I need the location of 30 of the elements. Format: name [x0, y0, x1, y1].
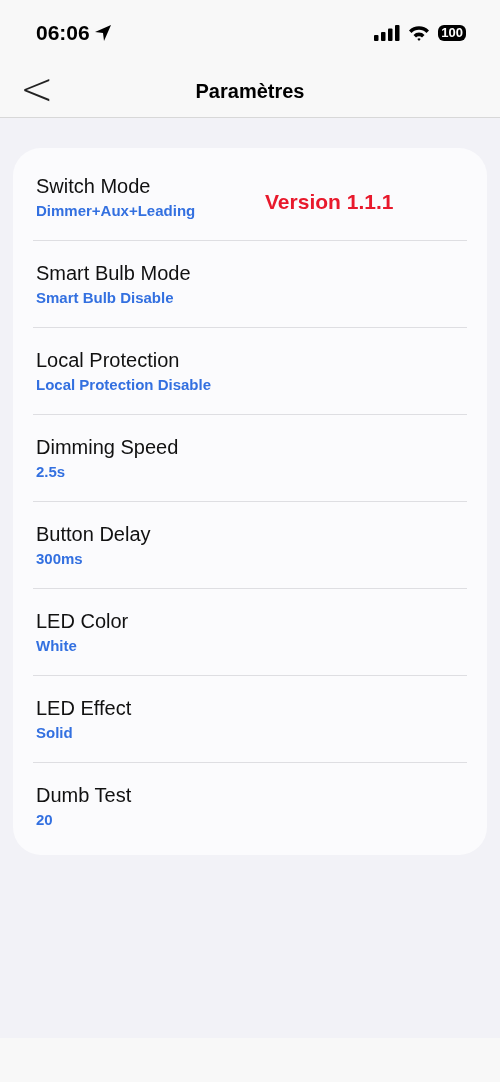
signal-icon [374, 24, 401, 41]
page-title: Paramètres [195, 79, 305, 103]
settings-row[interactable]: Local Protection Local Protection Disable [33, 328, 467, 415]
settings-row[interactable]: Dimming Speed 2.5s [33, 415, 467, 502]
settings-row[interactable]: Button Delay 300ms [33, 502, 467, 589]
wifi-icon [408, 24, 431, 41]
settings-row[interactable]: Smart Bulb Mode Smart Bulb Disable [33, 241, 467, 328]
settings-row[interactable]: LED Color White [33, 589, 467, 676]
setting-title: Switch Mode [36, 175, 152, 198]
setting-title: Smart Bulb Mode [36, 262, 192, 285]
settings-row[interactable]: LED Effect Solid [33, 676, 467, 763]
setting-title: LED Effect [36, 697, 133, 720]
setting-title: Dumb Test [36, 784, 133, 807]
setting-title: Dimming Speed [36, 436, 180, 459]
setting-title: Button Delay [36, 523, 152, 546]
battery-icon: 100 [438, 24, 466, 41]
setting-value: Solid [36, 724, 74, 741]
setting-value: 20 [36, 811, 54, 828]
setting-value: Local Protection Disable [36, 376, 213, 393]
setting-title: Local Protection [36, 349, 181, 372]
version-label: Version 1.1.1 [265, 190, 394, 214]
location-arrow-icon [93, 23, 112, 42]
back-button[interactable]: < [14, 67, 60, 111]
setting-value: Smart Bulb Disable [36, 289, 175, 306]
settings-row[interactable]: Dumb Test 20 [33, 763, 467, 849]
setting-value: 300ms [36, 550, 84, 567]
setting-title: LED Color [36, 610, 130, 633]
status-time: 06:06 [36, 20, 90, 45]
setting-value: 2.5s [36, 463, 67, 480]
setting-value: White [36, 637, 78, 654]
